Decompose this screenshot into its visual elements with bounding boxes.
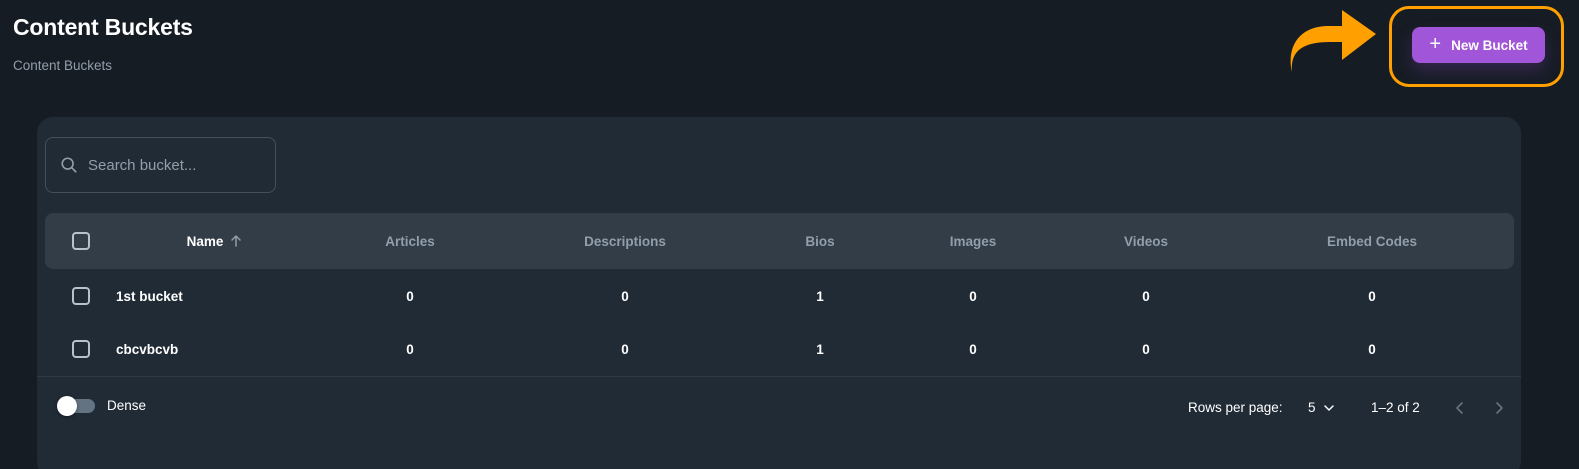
rows-per-page-label: Rows per page: <box>1188 400 1283 415</box>
previous-page-button[interactable] <box>1451 399 1469 417</box>
embed-codes-count: 0 <box>1368 288 1376 304</box>
dense-label: Dense <box>107 398 147 413</box>
select-all-checkbox[interactable] <box>72 232 90 250</box>
videos-count: 0 <box>1142 288 1150 304</box>
embed-codes-count: 0 <box>1368 341 1376 357</box>
page-range: 1–2 of 2 <box>1371 400 1420 415</box>
articles-count: 0 <box>406 288 414 304</box>
table-divider <box>37 376 1521 377</box>
column-header-name[interactable]: Name <box>155 213 275 269</box>
articles-count: 0 <box>406 341 414 357</box>
table-header: Name Articles Descriptions Bios Images V… <box>45 213 1514 269</box>
chevron-down-icon <box>1323 404 1334 411</box>
new-bucket-label: New Bucket <box>1451 37 1528 53</box>
table-row[interactable]: 1st bucket 0 0 1 0 0 0 <box>45 269 1514 323</box>
images-count: 0 <box>969 341 977 357</box>
dense-toggle[interactable]: Dense <box>57 395 147 416</box>
row-checkbox[interactable] <box>72 340 90 358</box>
column-header-articles[interactable]: Articles <box>335 213 485 269</box>
bucket-name[interactable]: cbcvbcvb <box>116 322 316 376</box>
page: Content Buckets Content Buckets + New Bu… <box>0 0 1579 469</box>
dense-switch-thumb[interactable] <box>57 395 77 416</box>
bios-count: 1 <box>816 341 824 357</box>
rows-per-page-select[interactable]: 5 <box>1308 400 1336 415</box>
rows-per-page-value: 5 <box>1308 400 1316 415</box>
sort-arrow-up-icon <box>231 234 242 247</box>
next-page-button[interactable] <box>1490 399 1508 417</box>
videos-count: 0 <box>1142 341 1150 357</box>
search-icon <box>61 157 77 173</box>
column-header-descriptions[interactable]: Descriptions <box>550 213 700 269</box>
search-input[interactable] <box>88 156 268 174</box>
images-count: 0 <box>969 288 977 304</box>
descriptions-count: 0 <box>621 288 629 304</box>
arrow-annotation-icon <box>1290 10 1376 72</box>
page-title: Content Buckets <box>13 14 193 40</box>
column-header-images[interactable]: Images <box>898 213 1048 269</box>
plus-icon: + <box>1429 33 1442 55</box>
column-header-embed-codes[interactable]: Embed Codes <box>1297 213 1447 269</box>
breadcrumb[interactable]: Content Buckets <box>13 58 112 73</box>
dense-switch[interactable] <box>57 395 95 416</box>
bios-count: 1 <box>816 288 824 304</box>
new-bucket-button[interactable]: + New Bucket <box>1412 27 1545 63</box>
search-field[interactable] <box>45 137 276 193</box>
column-header-bios[interactable]: Bios <box>745 213 895 269</box>
table-row[interactable]: cbcvbcvb 0 0 1 0 0 0 <box>45 322 1514 376</box>
column-header-name-label: Name <box>186 233 224 249</box>
bucket-name[interactable]: 1st bucket <box>116 269 316 323</box>
descriptions-count: 0 <box>621 341 629 357</box>
buckets-card: Name Articles Descriptions Bios Images V… <box>37 117 1521 469</box>
row-checkbox[interactable] <box>72 287 90 305</box>
column-header-videos[interactable]: Videos <box>1071 213 1221 269</box>
